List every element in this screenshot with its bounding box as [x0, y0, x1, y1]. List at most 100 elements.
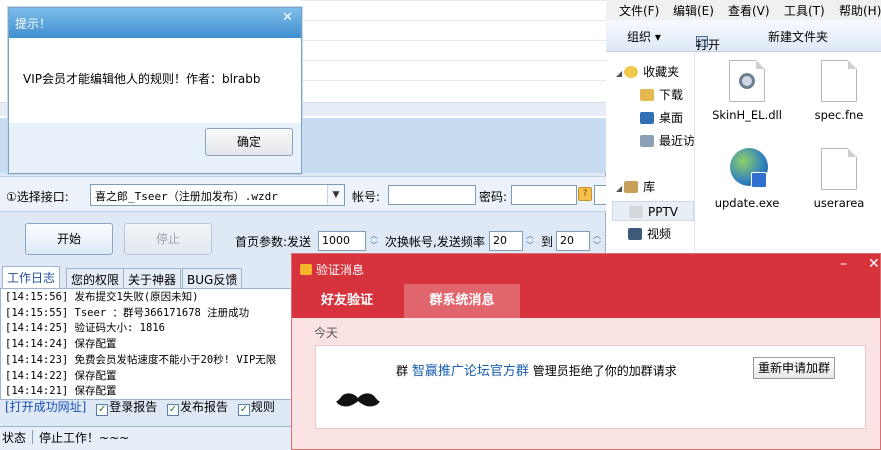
- list-item: [14:15:56] 发布提交1失败(原因未知): [5, 291, 199, 303]
- menu-edit[interactable]: 编辑(E): [673, 2, 714, 19]
- open-success-url-link[interactable]: [打开成功网址]: [5, 400, 86, 414]
- file-item-spec[interactable]: spec.fne: [796, 60, 881, 123]
- file-item-update[interactable]: update.exe: [704, 148, 790, 211]
- interface-select[interactable]: 喜之郎_Tseer（注册加发布）.wzdr ▼: [90, 184, 345, 206]
- status-bar: 状态 停止工作！~~~: [0, 426, 296, 450]
- nav-item-label: 视频: [647, 227, 672, 241]
- work-log-list: [14:15:56] 发布提交1失败(原因未知) [14:15:55] Tsee…: [0, 288, 296, 400]
- list-item: [14:14:23] 免费会员发帖速度不能小于20秒! VIP无限: [5, 353, 277, 366]
- freq-to-spinner[interactable]: ︿ ﹀: [591, 231, 603, 251]
- send-count-input[interactable]: 1000: [318, 231, 366, 251]
- dll-gear-icon: [729, 60, 765, 102]
- password-input[interactable]: [511, 185, 577, 205]
- close-icon[interactable]: ✕: [282, 10, 293, 25]
- menu-view[interactable]: 查看(V): [728, 2, 770, 19]
- verification-message-window: 验证消息 – ✕ 好友验证 群系统消息 今天 群 智赢推广论坛官方群 管理员拒绝…: [291, 253, 881, 450]
- file-item-skinh[interactable]: SkinH_EL.dll: [704, 60, 790, 123]
- close-icon[interactable]: ✕: [868, 256, 880, 272]
- download-folder-icon: [640, 89, 654, 101]
- login-report-label: 登录报告: [109, 400, 158, 414]
- freq-from-input[interactable]: 20: [489, 231, 523, 251]
- file-name: userarea: [813, 196, 865, 210]
- menu-bar: 文件(F) 编辑(E) 查看(V) 工具(T) 帮助(H): [606, 0, 881, 20]
- nav-item-pptv[interactable]: PPTV: [612, 201, 694, 221]
- home-param-label: 首页参数:发送: [235, 235, 312, 249]
- interface-select-value: 喜之郎_Tseer（注册加发布）.wzdr: [95, 190, 278, 203]
- blank-file-icon: [821, 60, 857, 102]
- message-line: 群 智赢推广论坛官方群 管理员拒绝了你的加群请求: [396, 360, 677, 379]
- chevron-down-icon[interactable]: ▼: [327, 185, 344, 205]
- file-item-userarea[interactable]: userarea: [796, 148, 881, 211]
- nav-item-library[interactable]: ◢ 库: [616, 177, 655, 197]
- video-icon: [628, 228, 642, 240]
- nav-item-label: PPTV: [648, 205, 679, 219]
- publish-report-checkbox[interactable]: ✓: [167, 404, 180, 416]
- rules-checkbox[interactable]: ✓: [237, 404, 250, 416]
- star-icon: [624, 66, 639, 78]
- login-report-checkbox[interactable]: ✓: [96, 404, 109, 416]
- tab-permissions[interactable]: 您的权限: [66, 268, 125, 288]
- nav-item-label: 桌面: [659, 111, 684, 125]
- tab-work-log[interactable]: 工作日志: [2, 266, 61, 288]
- switch-label: 次换帐号,发送频率: [385, 235, 485, 249]
- file-name: SkinH_EL.dll: [712, 108, 782, 122]
- dialog-title: 提示！: [15, 17, 52, 31]
- help-icon[interactable]: ?: [578, 187, 592, 201]
- nav-divider: [694, 52, 695, 252]
- verify-title: 验证消息: [316, 263, 365, 277]
- tab-about[interactable]: 关于神器: [123, 268, 182, 288]
- globe-exe-icon: [729, 148, 768, 190]
- account-input[interactable]: [388, 185, 476, 205]
- nav-item-desktop[interactable]: 桌面: [640, 108, 683, 128]
- publish-report-label: 发布报告: [180, 400, 229, 414]
- list-item: [14:15:55] Tseer ：群号366171678 注册成功: [5, 306, 250, 319]
- alert-dialog: 提示！ ✕ VIP会员才能编辑他人的规则！作者：blrabb 确定: [8, 7, 302, 174]
- status-label: 状态: [2, 431, 27, 445]
- start-button[interactable]: 开始: [25, 223, 113, 255]
- ok-button[interactable]: 确定: [205, 128, 293, 156]
- stop-button[interactable]: 停止: [124, 223, 212, 255]
- today-label: 今天: [314, 326, 339, 340]
- menu-tools[interactable]: 工具(T): [784, 2, 825, 19]
- desktop-icon: [640, 112, 654, 124]
- reapply-join-button[interactable]: 重新申请加群: [753, 357, 835, 379]
- list-item: [14:14:25] 验证码大小: 1816: [5, 322, 165, 335]
- menu-file[interactable]: 文件(F): [619, 2, 659, 19]
- extra-field[interactable]: [594, 185, 606, 205]
- interface-label: ①选择接口:: [6, 190, 69, 204]
- tab-bug-report[interactable]: BUG反馈: [182, 268, 243, 288]
- nav-item-downloads[interactable]: 下载: [640, 85, 683, 105]
- nav-item-recent[interactable]: 最近访: [640, 131, 695, 151]
- log-footer: [打开成功网址] ✓ 登录报告 ✓ 发布报告 ✓ 规则: [0, 398, 296, 416]
- explorer-toolbar: 组织 ▾ 打开 新建文件夹: [606, 20, 881, 52]
- nav-item-label: 下载: [659, 88, 684, 102]
- tab-friend-verify[interactable]: 好友验证: [302, 284, 392, 318]
- status-text: 停止工作！~~~: [39, 431, 130, 445]
- freq-to-input[interactable]: 20: [556, 231, 590, 251]
- nav-item-label: 最近访: [659, 134, 696, 148]
- nav-item-label: 收藏夹: [643, 65, 680, 79]
- file-name: spec.fne: [814, 108, 864, 122]
- nav-item-favorites[interactable]: ◢ 收藏夹: [616, 62, 679, 82]
- nav-item-label: 库: [643, 180, 656, 194]
- send-count-spinner[interactable]: ︿ ﹀: [368, 231, 380, 251]
- new-folder-button[interactable]: 新建文件夹: [768, 28, 828, 45]
- reject-message: 管理员拒绝了你的加群请求: [532, 364, 677, 378]
- pptv-icon: [629, 206, 643, 218]
- list-item: [14:14:24] 保存配置: [5, 338, 117, 351]
- navigation-pane: ◢ 收藏夹 下载 桌面 最近访 ◢ 库 PPTV 视频: [606, 52, 695, 252]
- group-prefix: 群: [396, 364, 409, 378]
- menu-help[interactable]: 帮助(H): [839, 2, 881, 19]
- freq-from-spinner[interactable]: ︿ ﹀: [524, 231, 536, 251]
- list-item: [14:14:22] 保存配置: [5, 369, 117, 382]
- mustache-avatar-icon: [336, 392, 380, 408]
- tab-group-system-message[interactable]: 群系统消息: [404, 284, 520, 318]
- interface-row: ①选择接口: 喜之郎_Tseer（注册加发布）.wzdr ▼ 帐号: 密码: ?: [0, 176, 606, 212]
- verify-title-bar: 验证消息 – ✕: [292, 254, 880, 284]
- nav-item-video[interactable]: 视频: [628, 224, 671, 244]
- organize-button[interactable]: 组织 ▾: [627, 28, 661, 45]
- library-icon: [624, 181, 639, 193]
- log-tabs: 工作日志 您的权限 关于神器 BUG反馈: [0, 266, 290, 288]
- group-name-link[interactable]: 智赢推广论坛官方群: [412, 364, 529, 379]
- minimize-icon[interactable]: –: [840, 256, 847, 272]
